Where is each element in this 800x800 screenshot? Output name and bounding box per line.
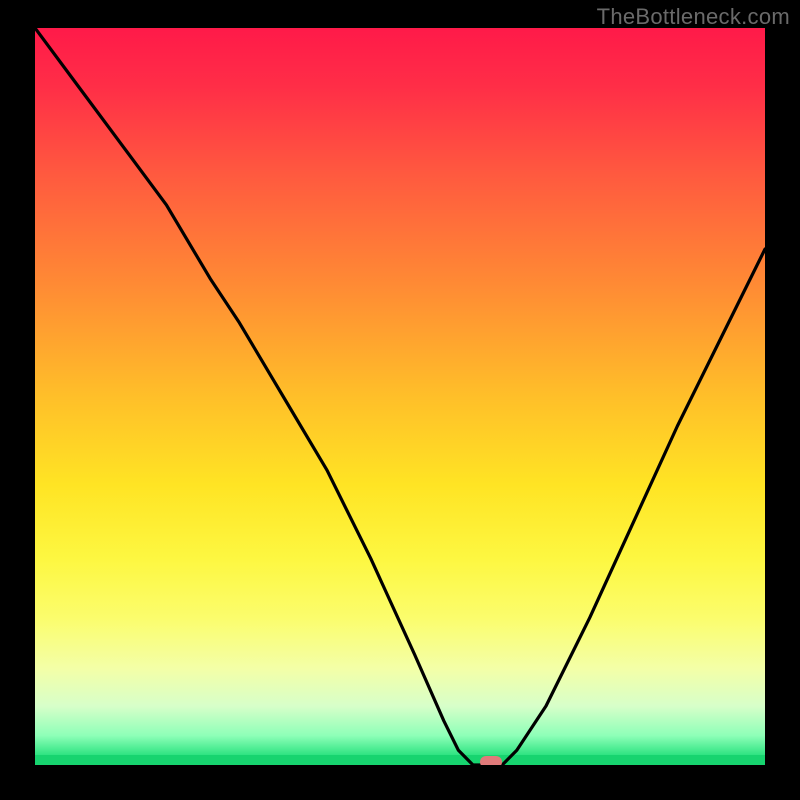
watermark-text: TheBottleneck.com — [597, 4, 790, 30]
chart-frame: TheBottleneck.com — [0, 0, 800, 800]
bottleneck-curve — [35, 28, 765, 765]
optimum-marker — [480, 756, 502, 765]
plot-area — [35, 28, 765, 765]
